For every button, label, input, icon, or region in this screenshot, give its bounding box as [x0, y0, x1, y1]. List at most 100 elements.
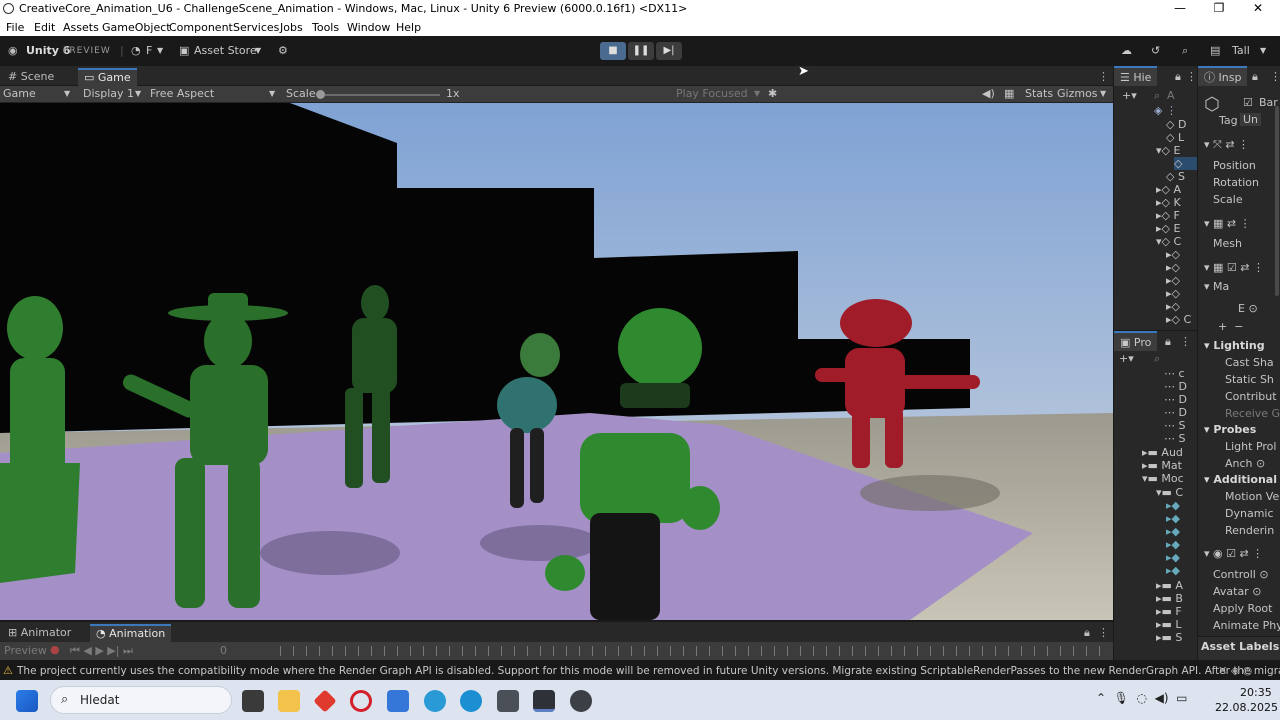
display-dropdown[interactable]: Display 1 [83, 87, 134, 100]
menu-file[interactable]: File [6, 21, 24, 34]
model-item[interactable]: ▸◆ [1166, 499, 1180, 512]
hierarchy-item[interactable]: ▸◇ [1166, 261, 1180, 274]
cloud-icon[interactable]: ☁ [1121, 42, 1132, 60]
stop-button[interactable]: ■ [600, 42, 626, 60]
folder-item[interactable]: ▸▬ S [1156, 631, 1182, 644]
status-icons[interactable]: ✕ ◈ ◷ [1218, 664, 1252, 677]
folder-item[interactable]: ▸▬ B [1156, 592, 1183, 605]
more-options-icon[interactable]: ⋮ [1186, 70, 1197, 83]
chevron-down-icon[interactable]: ▼ [157, 42, 163, 60]
game-mode-dropdown[interactable]: Game [3, 87, 36, 100]
tray-icons[interactable]: ⌃ 🎙︎ ◌ ◀) ▭ [1096, 691, 1188, 705]
folder-item[interactable]: ▾▬ C [1156, 486, 1183, 499]
menu-jobs[interactable]: Jobs [280, 21, 303, 34]
more-options-icon[interactable]: ⋮ [1092, 624, 1115, 642]
material-item[interactable]: E ⊙ [1238, 302, 1258, 315]
tab-hierarchy[interactable]: ☰ Hie [1114, 66, 1158, 86]
hierarchy-search-input[interactable]: A [1167, 89, 1175, 102]
menu-assets[interactable]: Assets [63, 21, 99, 34]
model-item[interactable]: ▸◆ [1166, 538, 1180, 551]
hierarchy-item[interactable]: ▸◇ A [1156, 183, 1181, 196]
edge-icon[interactable] [460, 690, 482, 712]
timeline-ruler[interactable] [280, 646, 1100, 656]
additional-settings-foldout[interactable]: ▾ Additional S [1204, 473, 1280, 486]
add-button[interactable]: +▾ [1119, 352, 1134, 365]
add-button[interactable]: +▾ [1122, 89, 1137, 102]
history-icon[interactable]: ↺ [1151, 42, 1160, 60]
folder-item[interactable]: ▸▬ L [1156, 618, 1182, 631]
project-item[interactable]: ⋯ D [1164, 406, 1187, 419]
probes-foldout[interactable]: ▾ Probes [1204, 423, 1256, 436]
unity-editor-icon[interactable] [533, 690, 555, 712]
folder-models[interactable]: ▾▬ Moc [1142, 472, 1184, 485]
model-item[interactable]: ▸◆ [1166, 551, 1180, 564]
close-icon[interactable]: ✕ [1243, 1, 1273, 17]
hierarchy-item[interactable]: ▾◇ E [1156, 144, 1180, 157]
folder-materials[interactable]: ▸▬ Mat [1142, 459, 1182, 472]
menu-window[interactable]: Window [347, 21, 390, 34]
unity-hub-icon[interactable] [497, 690, 519, 712]
chevron-down-icon[interactable]: ▼ [1100, 89, 1106, 98]
hierarchy-search-icon[interactable]: ⌕ [1154, 89, 1160, 103]
materials-foldout[interactable]: ▾ Ma [1204, 280, 1229, 293]
scale-slider-handle[interactable] [316, 90, 325, 99]
game-viewport[interactable] [0, 103, 1113, 620]
scale-slider-track[interactable] [320, 94, 440, 96]
hierarchy-item[interactable]: ▸◇ [1166, 300, 1180, 313]
hierarchy-item[interactable]: ◇ S [1166, 170, 1185, 183]
hierarchy-item[interactable]: ▸◇ [1166, 248, 1180, 261]
gizmos-button[interactable]: Gizmos [1057, 87, 1098, 100]
hierarchy-item[interactable]: ▸◇ E [1156, 222, 1180, 235]
play-focused-dropdown[interactable]: Play Focused [676, 87, 748, 100]
browser-icon[interactable] [424, 690, 446, 712]
menu-component[interactable]: Component [169, 21, 233, 34]
project-search-icon[interactable]: ⌕ [1154, 352, 1160, 366]
frame-field[interactable]: 0 [220, 644, 227, 657]
mesh-filter-header[interactable]: ▾ ▦ ⇄ ⋮ [1204, 217, 1251, 230]
project-item[interactable]: ⋯ S [1164, 419, 1185, 432]
stats-button[interactable]: Stats [1025, 87, 1053, 100]
asset-labels-header[interactable]: Asset Labels [1201, 640, 1279, 653]
inspector-scrollbar[interactable] [1275, 106, 1279, 296]
layout-dropdown[interactable]: Tall [1232, 42, 1250, 60]
animator-header[interactable]: ▾ ◉ ☑ ⇄ ⋮ [1204, 547, 1263, 560]
menu-gameobject[interactable]: GameObject [102, 21, 171, 34]
hierarchy-item[interactable]: ▾◇ C [1156, 235, 1181, 248]
audio-mute-icon[interactable]: ◀) [982, 87, 995, 100]
project-item[interactable]: ⋯ S [1164, 432, 1185, 445]
account-icon[interactable]: ◔ [131, 42, 141, 60]
folder-audio[interactable]: ▸▬ Aud [1142, 446, 1183, 459]
taskbar-search[interactable]: ⌕ Hledat [50, 686, 232, 714]
lock-icon[interactable]: 🔒︎ [1252, 70, 1258, 84]
app-icon[interactable] [570, 690, 592, 712]
tab-project[interactable]: ▣ Pro [1114, 331, 1158, 351]
hierarchy-item[interactable]: ▸◇ F [1156, 209, 1180, 222]
active-checkbox[interactable]: ☑ [1243, 96, 1253, 109]
menu-help[interactable]: Help [396, 21, 421, 34]
clock-date[interactable]: 22.08.2025 [1215, 701, 1278, 714]
pause-button[interactable]: ❚❚ [628, 42, 654, 60]
store-icon[interactable] [387, 690, 409, 712]
step-button[interactable]: ▶| [656, 42, 682, 60]
scene-root-icon[interactable]: ◈ ⋮ [1154, 104, 1177, 117]
settings-gear-icon[interactable]: ⚙ [278, 42, 288, 60]
folder-item[interactable]: ▸▬ A [1156, 579, 1183, 592]
chevron-down-icon[interactable]: ▼ [754, 89, 760, 98]
chevron-down-icon[interactable]: ▼ [64, 89, 70, 98]
tab-animator[interactable]: ⊞ Animator [2, 624, 77, 642]
search-icon[interactable]: ⌕ [1182, 42, 1188, 60]
hierarchy-item[interactable]: ◇ L [1166, 131, 1184, 144]
lighting-foldout[interactable]: ▾ Lighting [1204, 339, 1265, 352]
maximize-icon[interactable]: ❐ [1204, 1, 1234, 17]
folder-item[interactable]: ▸▬ F [1156, 605, 1182, 618]
model-item[interactable]: ▸◆ [1166, 525, 1180, 538]
hierarchy-item[interactable]: ▸◇ [1166, 274, 1180, 287]
menu-edit[interactable]: Edit [34, 21, 55, 34]
hierarchy-item[interactable]: ▸◇ C [1166, 313, 1191, 326]
minimize-icon[interactable]: — [1165, 1, 1195, 17]
chevron-down-icon[interactable]: ▼ [135, 89, 141, 98]
hierarchy-item[interactable]: ▸◇ K [1156, 196, 1181, 209]
clock-time[interactable]: 20:35 [1240, 686, 1272, 699]
lock-icon[interactable]: 🔒︎ [1165, 335, 1171, 349]
material-add-remove[interactable]: + − [1218, 320, 1243, 333]
